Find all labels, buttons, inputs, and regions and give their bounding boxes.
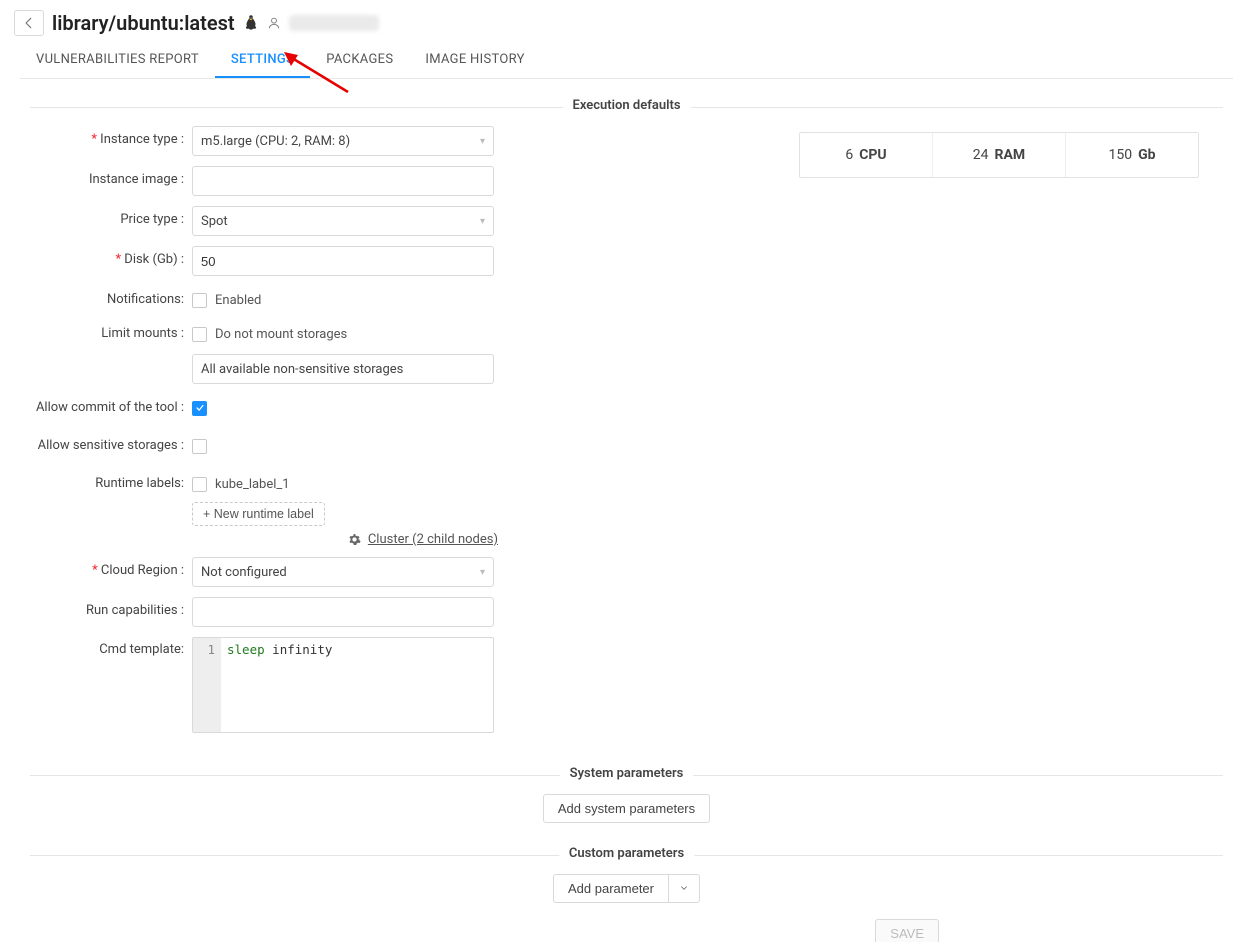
instance-image-input[interactable]	[192, 166, 494, 196]
summary-cpu: 6 CPU	[800, 133, 933, 177]
label-instance-image: Instance image :	[30, 166, 192, 194]
price-type-select[interactable]: Spot ▾	[192, 206, 494, 236]
new-runtime-label-button[interactable]: + New runtime label	[192, 502, 325, 526]
notifications-checkbox[interactable]	[192, 293, 207, 308]
label-limit-mounts: Limit mounts :	[30, 320, 192, 348]
label-instance-type: Instance type :	[30, 126, 192, 154]
runtime-label-1-checkbox[interactable]	[192, 477, 207, 492]
instance-type-select[interactable]: m5.large (CPU: 2, RAM: 8) ▾	[192, 126, 494, 156]
limit-mounts-check-label: Do not mount storages	[215, 327, 347, 342]
chevron-down-icon: ▾	[480, 216, 485, 227]
tab-settings[interactable]: SETTINGS	[215, 42, 310, 78]
storages-value: All available non-sensitive storages	[201, 362, 403, 377]
chevron-down-icon: ▾	[480, 136, 485, 147]
tab-bar: VULNERABILITIES REPORT SETTINGS PACKAGES…	[20, 42, 1233, 79]
add-parameter-group: Add parameter	[553, 874, 700, 903]
section-title-system: System parameters	[560, 766, 694, 781]
tab-packages[interactable]: PACKAGES	[310, 42, 409, 78]
resource-summary: 6 CPU 24 RAM 150 Gb	[799, 132, 1199, 178]
label-notifications: Notifications:	[30, 286, 192, 314]
cmd-template-editor[interactable]: 1 sleep infinity	[192, 637, 494, 733]
section-title-execution: Execution defaults	[562, 98, 690, 113]
summary-gb: 150 Gb	[1066, 133, 1198, 177]
instance-type-value: m5.large (CPU: 2, RAM: 8)	[201, 134, 350, 149]
section-custom-parameters: Custom parameters Add parameter	[30, 855, 1223, 907]
gear-icon	[348, 533, 361, 546]
cmd-line-number: 1	[207, 642, 215, 657]
allow-commit-checkbox[interactable]	[192, 401, 207, 416]
label-cloud-region: Cloud Region :	[30, 557, 192, 585]
label-disk: Disk (Gb) :	[30, 246, 192, 274]
section-system-parameters: System parameters Add system parameters	[30, 775, 1223, 827]
linux-icon	[243, 14, 259, 32]
limit-mounts-checkbox[interactable]	[192, 327, 207, 342]
save-button[interactable]: SAVE	[875, 919, 939, 942]
label-price-type: Price type :	[30, 206, 192, 234]
tab-vulnerabilities-report[interactable]: VULNERABILITIES REPORT	[20, 42, 215, 78]
cluster-link[interactable]: Cluster (2 child nodes)	[368, 532, 498, 547]
tab-image-history[interactable]: IMAGE HISTORY	[409, 42, 540, 78]
label-runtime-labels: Runtime labels:	[30, 470, 192, 498]
chevron-down-icon: ▾	[480, 567, 485, 578]
owner-name-redacted	[289, 15, 379, 31]
label-cmd-template: Cmd template:	[30, 637, 192, 659]
section-execution-defaults: Execution defaults Instance type : m5.la…	[30, 107, 1223, 747]
cmd-keyword: sleep	[227, 642, 265, 657]
cloud-region-value: Not configured	[201, 565, 287, 580]
allow-sensitive-checkbox[interactable]	[192, 439, 207, 454]
label-allow-sensitive: Allow sensitive storages :	[30, 432, 192, 460]
arrow-left-icon	[22, 16, 36, 30]
section-title-custom: Custom parameters	[559, 846, 694, 861]
add-parameter-button[interactable]: Add parameter	[553, 874, 668, 903]
user-icon	[267, 16, 281, 30]
back-button[interactable]	[14, 10, 44, 36]
price-type-value: Spot	[201, 214, 228, 229]
add-parameter-dropdown[interactable]	[668, 874, 700, 903]
run-capabilities-input[interactable]	[192, 597, 494, 627]
label-run-capabilities: Run capabilities :	[30, 597, 192, 625]
add-system-parameters-button[interactable]: Add system parameters	[543, 794, 710, 823]
cmd-rest: infinity	[265, 642, 333, 657]
page-title: library/ubuntu:latest	[52, 11, 235, 35]
notifications-check-label: Enabled	[215, 293, 261, 308]
disk-input[interactable]	[192, 246, 494, 276]
storages-select[interactable]: All available non-sensitive storages	[192, 354, 494, 384]
summary-ram: 24 RAM	[933, 133, 1066, 177]
cloud-region-select[interactable]: Not configured ▾	[192, 557, 494, 587]
chevron-down-icon	[679, 883, 689, 893]
label-allow-commit: Allow commit of the tool :	[30, 394, 192, 422]
runtime-label-1-text: kube_label_1	[215, 477, 290, 492]
